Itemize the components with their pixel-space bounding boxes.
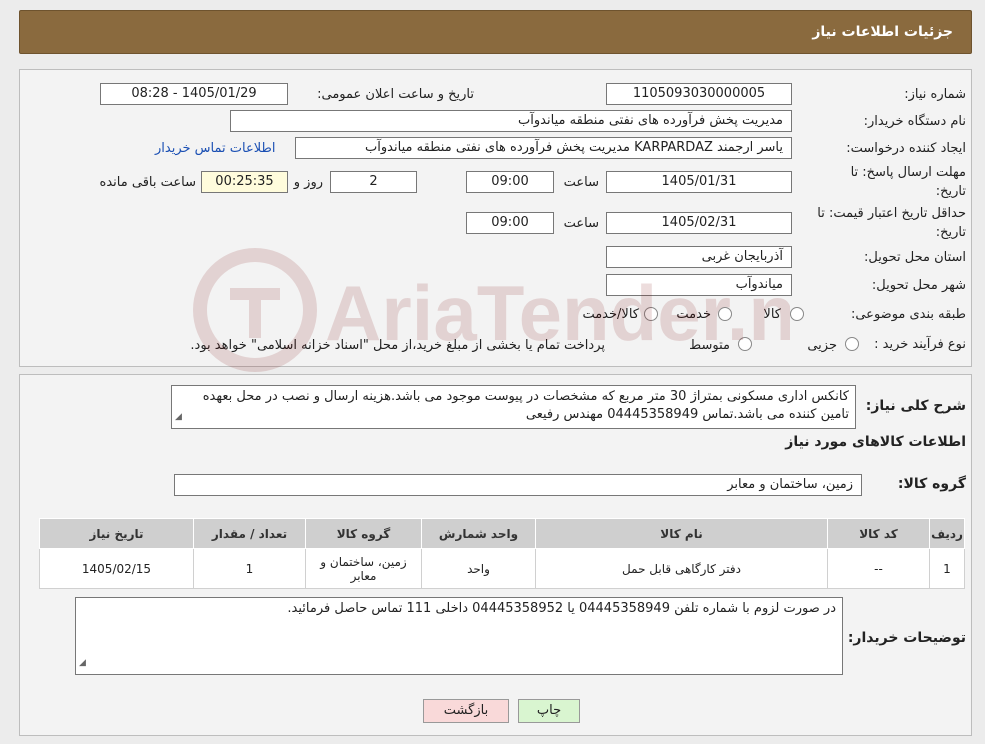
validity-label-date: تاریخ:: [935, 225, 966, 240]
city-field: میاندوآب: [606, 274, 792, 296]
goods-group-label: گروه کالا:: [897, 476, 966, 492]
category-service-label: خدمت: [676, 307, 711, 322]
process-minor-label: جزیی: [807, 338, 837, 353]
validity-label: حداقل تاریخ اعتبار قیمت: تا: [817, 206, 966, 221]
col-quantity: تعداد / مقدار: [193, 518, 306, 549]
goods-group-field: زمین، ساختمان و معابر: [174, 474, 862, 496]
col-need-date: تاریخ نیاز: [39, 518, 194, 549]
buyer-org-label: نام دستگاه خریدار:: [863, 114, 966, 129]
cell-need-date: 1405/02/15: [39, 548, 194, 589]
buyer-notes-label: توضیحات خریدار:: [847, 630, 966, 646]
process-note: پرداخت تمام یا بخشی از مبلغ خرید،از محل …: [190, 338, 605, 353]
table-row: 1 -- دفتر کارگاهی قابل حمل واحد زمین، سا…: [39, 548, 965, 589]
creator-label: ایجاد کننده درخواست:: [846, 141, 966, 156]
cell-row: 1: [929, 548, 965, 589]
cell-code: --: [827, 548, 930, 589]
col-name: نام کالا: [535, 518, 828, 549]
page-header: جزئیات اطلاعات نیاز: [19, 10, 972, 54]
cell-group: زمین، ساختمان و معابر: [305, 548, 422, 589]
remaining-time-field: 00:25:35: [201, 171, 288, 193]
process-label: نوع فرآیند خرید :: [874, 337, 966, 352]
goods-table: ردیف کد کالا نام کالا واحد شمارش گروه کا…: [39, 518, 965, 589]
cell-quantity: 1: [193, 548, 306, 589]
process-medium-radio[interactable]: [738, 337, 752, 351]
remaining-days-label: روز و: [293, 175, 323, 190]
announce-datetime-field: 1405/01/29 - 08:28: [100, 83, 288, 105]
buyer-org-field: مدیریت پخش فرآورده های نفتی منطقه میاندو…: [230, 110, 792, 132]
category-goods-service-label: کالا/خدمت: [582, 307, 639, 322]
description-text: کانکس اداری مسکونی بمتراژ 30 متر مربع که…: [202, 389, 849, 422]
buyer-notes-text: در صورت لزوم با شماره تلفن 04445358949 ی…: [287, 601, 836, 616]
col-code: کد کالا: [827, 518, 930, 549]
category-goods-service-radio[interactable]: [644, 307, 658, 321]
cell-unit: واحد: [421, 548, 536, 589]
description-textarea[interactable]: کانکس اداری مسکونی بمتراژ 30 متر مربع که…: [171, 385, 856, 429]
resize-grip-icon[interactable]: ◢: [175, 408, 182, 426]
category-goods-label: کالا: [763, 307, 781, 322]
buyer-notes-textarea[interactable]: در صورت لزوم با شماره تلفن 04445358949 ی…: [75, 597, 843, 675]
col-group: گروه کالا: [305, 518, 422, 549]
cell-name: دفتر کارگاهی قابل حمل: [535, 548, 828, 589]
resize-grip-icon[interactable]: ◢: [79, 654, 86, 672]
col-unit: واحد شمارش: [421, 518, 536, 549]
category-label: طبقه بندی موضوعی:: [850, 307, 966, 322]
page-title: جزئیات اطلاعات نیاز: [812, 24, 953, 40]
deadline-label-date: تاریخ:: [935, 184, 966, 199]
buyer-contact-link[interactable]: اطلاعات تماس خریدار: [155, 141, 275, 156]
category-service-radio[interactable]: [718, 307, 732, 321]
deadline-date-field: 1405/01/31: [606, 171, 792, 193]
deadline-time-label: ساعت: [563, 175, 599, 190]
process-minor-radio[interactable]: [845, 337, 859, 351]
print-button[interactable]: چاپ: [518, 699, 580, 723]
province-label: استان محل تحویل:: [864, 250, 966, 265]
province-field: آذربایجان غربی: [606, 246, 792, 268]
need-number-label: شماره نیاز:: [904, 87, 966, 102]
deadline-time-field: 09:00: [466, 171, 554, 193]
col-row: ردیف: [929, 518, 965, 549]
validity-date-field: 1405/02/31: [606, 212, 792, 234]
announce-datetime-label: تاریخ و ساعت اعلان عمومی:: [317, 87, 474, 102]
process-medium-label: متوسط: [689, 338, 730, 353]
validity-time-field: 09:00: [466, 212, 554, 234]
deadline-label: مهلت ارسال پاسخ: تا: [850, 165, 966, 180]
goods-table-header: ردیف کد کالا نام کالا واحد شمارش گروه کا…: [39, 518, 965, 549]
back-button[interactable]: بازگشت: [423, 699, 509, 723]
city-label: شهر محل تحویل:: [871, 278, 966, 293]
category-goods-radio[interactable]: [790, 307, 804, 321]
creator-field: یاسر ارجمند KARPARDAZ مدیریت پخش فرآورده…: [295, 137, 792, 159]
description-label: شرح کلی نیاز:: [865, 398, 966, 414]
remaining-time-label: ساعت باقی مانده: [99, 175, 196, 190]
need-number-field: 1105093030000005: [606, 83, 792, 105]
remaining-days-field: 2: [330, 171, 417, 193]
validity-time-label: ساعت: [563, 216, 599, 231]
goods-section-title: اطلاعات کالاهای مورد نیاز: [785, 434, 966, 450]
